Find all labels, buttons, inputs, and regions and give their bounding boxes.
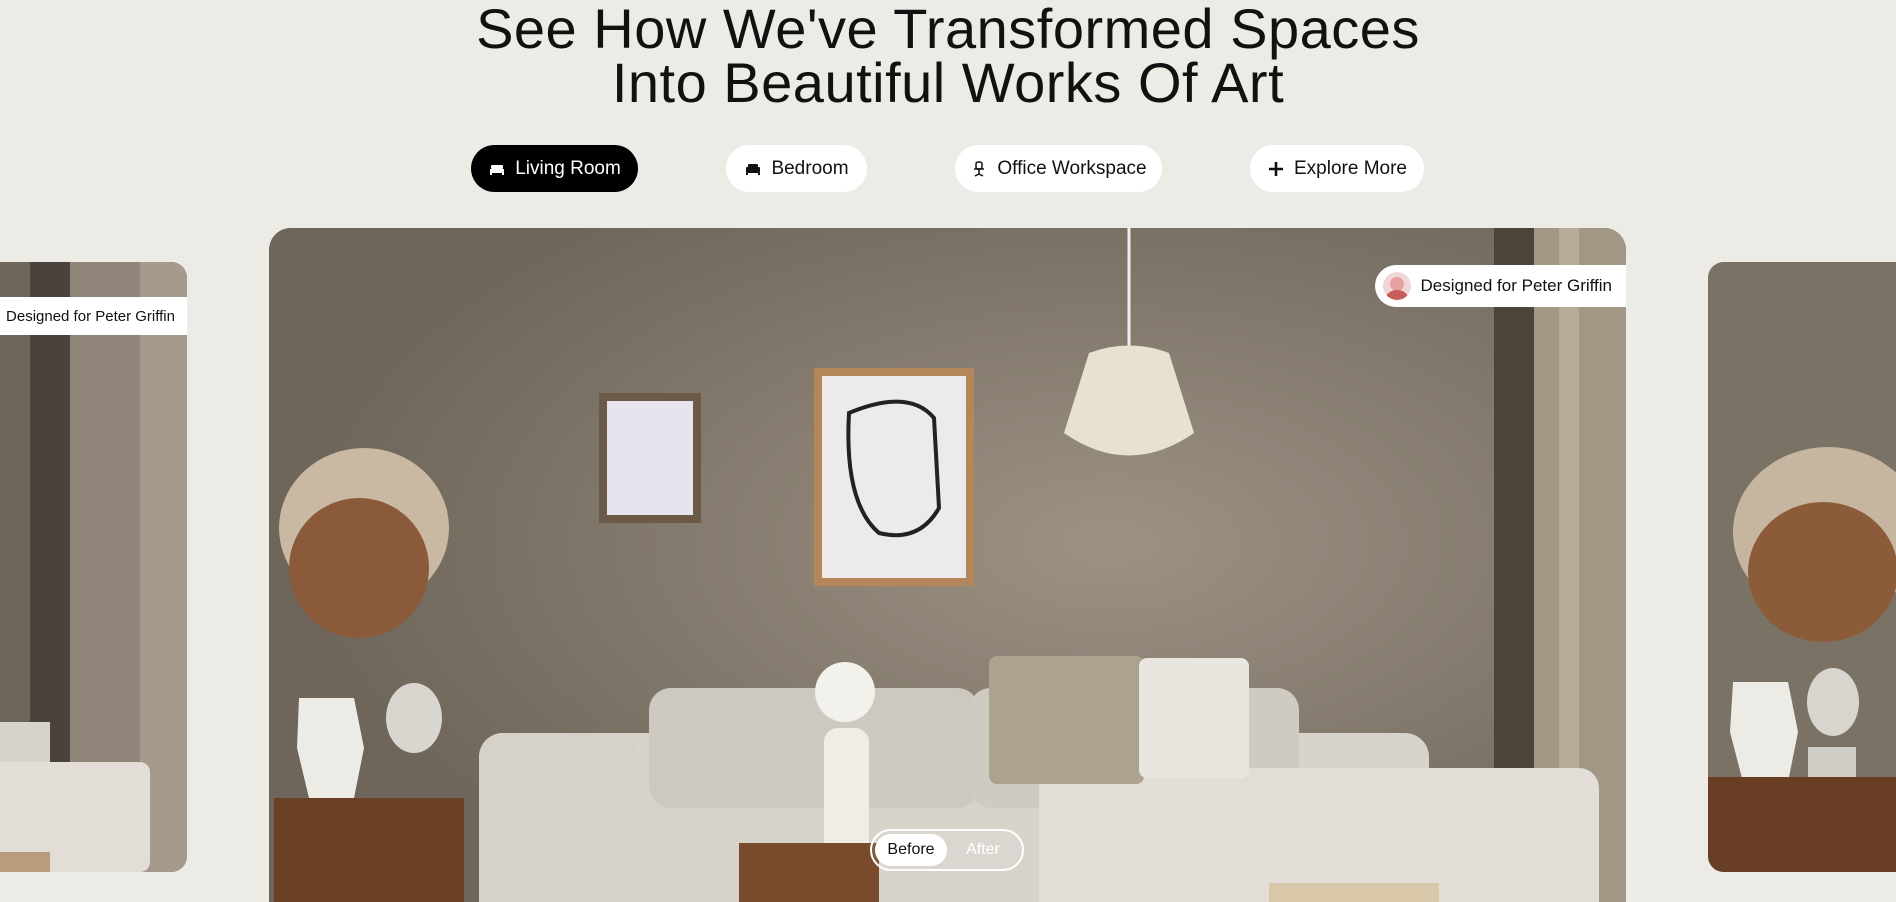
office-chair-icon <box>974 160 985 177</box>
headline-line-2: Into Beautiful Works Of Art <box>611 51 1285 114</box>
carousel-card-current[interactable]: Designed for Peter Griffin <box>269 228 1626 902</box>
designer-badge-label: Designed for Peter Griffin <box>1420 276 1613 295</box>
tab-label: Living Room <box>515 157 621 179</box>
tab-label: Bedroom <box>771 157 849 179</box>
room-category-tabs: Living Room Bedroom Office Workspace Exp… <box>0 145 1896 192</box>
tab-office-workspace[interactable]: Office Workspace <box>955 145 1162 192</box>
before-after-toggle[interactable]: Before After <box>870 829 1024 871</box>
before-option[interactable]: Before <box>875 834 947 866</box>
carousel-card-next[interactable] <box>1708 262 1896 872</box>
living-room-image <box>269 228 1626 902</box>
living-room-image <box>1708 262 1896 872</box>
tab-label: Office Workspace <box>997 157 1147 179</box>
after-option[interactable]: After <box>947 834 1019 866</box>
plus-icon <box>1269 161 1283 176</box>
designer-avatar <box>1382 272 1411 300</box>
living-room-image <box>0 262 187 872</box>
designer-badge: Designed for Peter Griffin <box>1374 265 1626 307</box>
designer-badge-label: Designed for Peter Griffin <box>6 307 175 325</box>
bed-icon <box>490 164 505 175</box>
carousel-card-previous[interactable]: Designed for Peter Griffin <box>0 262 187 872</box>
tab-living-room[interactable]: Living Room <box>471 145 638 192</box>
tab-label: Explore More <box>1294 157 1407 179</box>
page-headline: See How We've Transformed Spaces Into Be… <box>0 0 1896 114</box>
designer-badge: Designed for Peter Griffin <box>0 297 187 335</box>
tab-explore-more[interactable]: Explore More <box>1250 145 1424 192</box>
tab-bedroom[interactable]: Bedroom <box>726 145 867 192</box>
headline-line-1: See How We've Transformed Spaces <box>476 0 1420 60</box>
sofa-icon <box>746 163 761 175</box>
